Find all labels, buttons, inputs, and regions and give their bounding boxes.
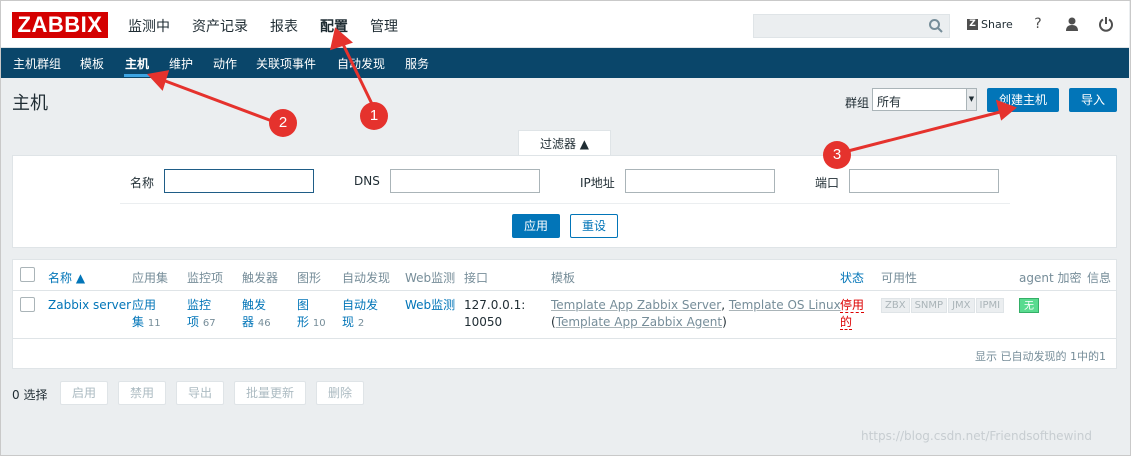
subnav-actions[interactable]: 动作	[213, 55, 237, 72]
web-link[interactable]: Web监测	[405, 297, 455, 314]
col-templates: 模板	[551, 271, 576, 285]
col-graphs: 图形	[297, 271, 322, 285]
host-name-link[interactable]: Zabbix server	[48, 297, 131, 314]
subnav-host-groups[interactable]: 主机群组	[13, 55, 61, 72]
templates-list: Template App Zabbix Server, Template OS …	[551, 298, 841, 329]
col-interface: 接口	[464, 271, 489, 285]
filter-name-input[interactable]	[164, 169, 314, 193]
subnav-hosts[interactable]: 主机	[125, 55, 149, 72]
selected-count: 0 选择	[12, 388, 48, 402]
top-bar: ZABBIX 监测中 资产记录 报表 配置 管理 Z Share ?	[1, 1, 1129, 48]
applications-link[interactable]: 应用 集 11	[132, 297, 161, 332]
snmp-badge: SNMP	[910, 298, 948, 313]
reset-button[interactable]: 重设	[570, 214, 618, 238]
availability-badges: ZBX SNMP JMX IPMI	[881, 298, 1005, 313]
annotation-marker-2: 2	[269, 109, 297, 137]
table-footer: 显示 已自动发现的 1中的1	[975, 350, 1106, 363]
menu-monitoring[interactable]: 监测中	[128, 16, 170, 36]
zbx-badge: ZBX	[881, 298, 910, 313]
filter-ip-input[interactable]	[625, 169, 775, 193]
filter-ip-label: IP地址	[580, 176, 615, 190]
disable-button[interactable]: 禁用	[118, 381, 166, 405]
col-items: 监控项	[187, 271, 224, 285]
header-divider	[13, 290, 1116, 291]
share-link[interactable]: Z Share	[967, 18, 1013, 31]
triggers-link[interactable]: 触发 器 46	[242, 297, 271, 332]
chevron-down-icon[interactable]: ▼	[966, 89, 976, 110]
share-label: Share	[981, 18, 1013, 31]
search-icon[interactable]	[928, 18, 944, 34]
group-select-value: 所有	[877, 95, 902, 109]
status-toggle[interactable]: 停用 的	[840, 297, 865, 331]
subnav-services[interactable]: 服务	[405, 55, 429, 72]
subnav-discovery[interactable]: 自动发现	[337, 55, 385, 72]
sub-navigation: 主机群组 模板 主机 维护 动作 关联项事件 自动发现 服务	[1, 48, 1129, 78]
watermark: https://blog.csdn.net/Friendsofthewind	[861, 429, 1092, 443]
col-web: Web监测	[405, 271, 456, 285]
import-button[interactable]: 导入	[1069, 88, 1117, 112]
filter-tab[interactable]: 过滤器 ▲	[518, 130, 611, 156]
enable-button[interactable]: 启用	[60, 381, 108, 405]
mass-update-button[interactable]: 批量更新	[234, 381, 306, 405]
subnav-maintenance[interactable]: 维护	[169, 55, 193, 72]
zabbix-logo[interactable]: ZABBIX	[12, 12, 108, 38]
hosts-table: 名称 ▲ 应用集 监控项 触发器 图形 自动发现 Web监测 接口 模板 状态 …	[12, 259, 1117, 369]
template-link[interactable]: Template OS Linux	[729, 298, 841, 312]
annotation-marker-3: 3	[823, 141, 851, 169]
row-checkbox[interactable]	[20, 297, 35, 312]
delete-button[interactable]: 删除	[316, 381, 364, 405]
filter-name-label: 名称	[130, 176, 155, 190]
main-menu: 监测中 资产记录 报表 配置 管理	[128, 16, 420, 36]
filter-dns-input[interactable]	[390, 169, 540, 193]
discovery-link[interactable]: 自动发 现 2	[342, 297, 378, 332]
export-button[interactable]: 导出	[176, 381, 224, 405]
user-icon[interactable]	[1064, 16, 1080, 32]
annotation-marker-1: 1	[360, 102, 388, 130]
power-icon[interactable]	[1098, 16, 1114, 32]
col-agent-encryption: agent 加密	[1019, 271, 1082, 285]
filter-port-input[interactable]	[849, 169, 999, 193]
ipmi-badge: IPMI	[975, 298, 1005, 313]
col-info: 信息	[1087, 271, 1112, 285]
graphs-link[interactable]: 图 形 10	[297, 297, 326, 332]
active-tab-indicator	[124, 74, 151, 77]
col-triggers: 触发器	[242, 271, 279, 285]
filter-panel: 名称 DNS IP地址 端口 应用 重设	[12, 155, 1117, 248]
apply-button[interactable]: 应用	[512, 214, 560, 238]
help-icon[interactable]: ?	[1030, 16, 1046, 32]
subnav-templates[interactable]: 模板	[80, 55, 104, 72]
col-applications: 应用集	[132, 271, 169, 285]
create-host-button[interactable]: 创建主机	[987, 88, 1059, 112]
menu-inventory[interactable]: 资产记录	[192, 16, 248, 36]
col-discovery: 自动发现	[342, 271, 391, 285]
interface-value: 127.0.0.1: 10050	[464, 298, 526, 329]
template-link[interactable]: Template App Zabbix Server	[551, 298, 721, 312]
menu-configuration[interactable]: 配置	[320, 16, 348, 36]
items-link[interactable]: 监控 项 67	[187, 297, 216, 332]
menu-reports[interactable]: 报表	[270, 16, 298, 36]
col-status[interactable]: 状态	[840, 269, 864, 286]
col-availability: 可用性	[881, 271, 918, 285]
col-name[interactable]: 名称 ▲	[48, 269, 85, 286]
group-select[interactable]: 所有 ▼	[872, 88, 977, 111]
row-divider	[13, 338, 1116, 339]
filter-port-label: 端口	[815, 176, 840, 190]
filter-dns-label: DNS	[354, 174, 380, 188]
encryption-badge: 无	[1019, 298, 1039, 313]
subnav-event-correlation[interactable]: 关联项事件	[256, 55, 316, 72]
menu-administration[interactable]: 管理	[370, 16, 398, 36]
page-title: 主机	[12, 93, 48, 114]
select-all-checkbox[interactable]	[20, 267, 35, 282]
filter-divider	[120, 203, 1010, 204]
template-link[interactable]: Template App Zabbix Agent	[556, 315, 722, 329]
jmx-badge: JMX	[948, 298, 975, 313]
group-label: 群组	[845, 96, 870, 110]
search-input[interactable]	[753, 14, 950, 38]
share-badge: Z	[967, 19, 978, 30]
